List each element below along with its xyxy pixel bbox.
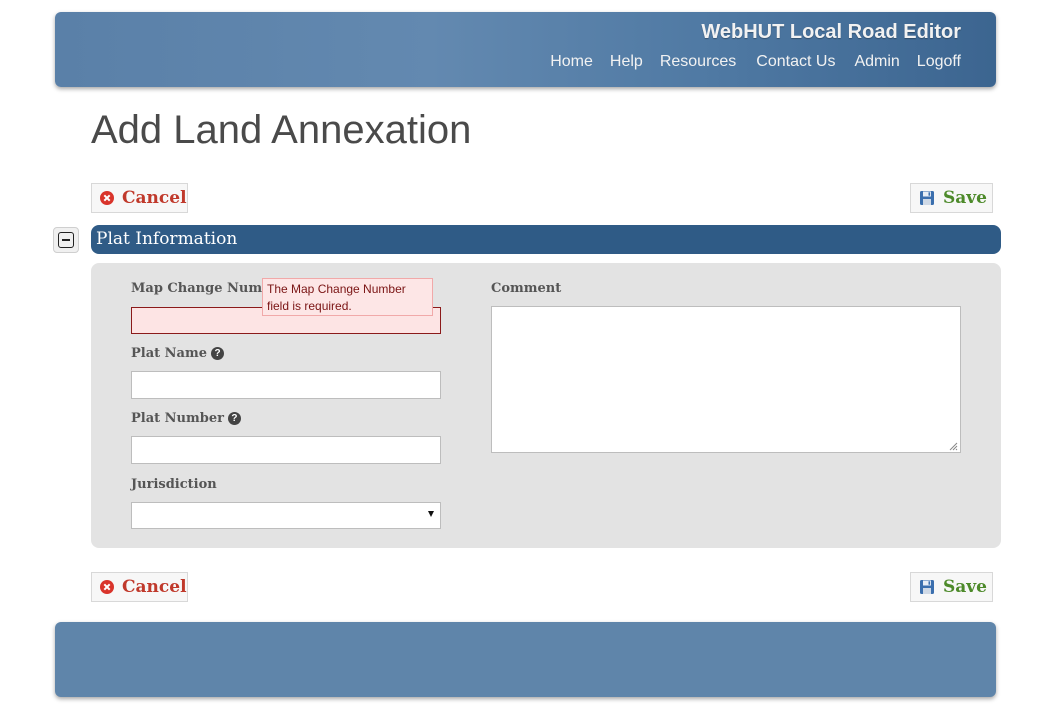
nav-home[interactable]: Home	[550, 53, 593, 71]
save-label: Save	[943, 577, 987, 597]
footer-banner	[55, 622, 996, 697]
comment-label: Comment	[491, 281, 562, 296]
nav-resources[interactable]: Resources	[660, 53, 736, 71]
cancel-button-top[interactable]: Cancel	[91, 183, 188, 213]
cancel-label: Cancel	[122, 577, 187, 597]
comment-textarea[interactable]	[491, 306, 961, 453]
nav-logoff[interactable]: Logoff	[917, 53, 961, 71]
jurisdiction-select[interactable]	[131, 502, 441, 529]
plat-number-label: Plat Number?	[131, 411, 241, 426]
map-change-number-error: The Map Change Number field is required.	[262, 278, 433, 316]
help-icon[interactable]: ?	[211, 347, 225, 360]
main-nav: Home Help Resources Contact Us Admin Log…	[550, 53, 961, 71]
header-banner: WebHUT Local Road Editor Home Help Resou…	[55, 12, 996, 87]
cancel-icon	[100, 191, 114, 205]
minus-square-icon	[58, 232, 74, 248]
save-label: Save	[943, 188, 987, 208]
chevron-down-icon	[428, 511, 434, 517]
nav-contact-us[interactable]: Contact Us	[756, 53, 835, 71]
help-icon[interactable]: ?	[227, 412, 241, 425]
save-button-top[interactable]: Save	[910, 183, 993, 213]
cancel-icon	[100, 580, 114, 594]
cancel-label: Cancel	[122, 188, 187, 208]
app-title: WebHUT Local Road Editor	[701, 21, 961, 43]
cancel-button-bottom[interactable]: Cancel	[91, 572, 188, 602]
collapse-toggle-button[interactable]	[53, 227, 79, 253]
page-title: Add Land Annexation	[91, 108, 472, 152]
plat-name-label: Plat Name?	[131, 346, 225, 361]
plat-name-label-text: Plat Name	[131, 346, 208, 361]
jurisdiction-label: Jurisdiction	[131, 477, 217, 492]
plat-number-label-text: Plat Number	[131, 411, 224, 426]
resize-grip-icon[interactable]	[948, 441, 958, 451]
floppy-disk-icon	[919, 579, 935, 595]
plat-number-input[interactable]	[131, 436, 441, 464]
nav-admin[interactable]: Admin	[854, 53, 899, 71]
plat-name-input[interactable]	[131, 371, 441, 399]
save-button-bottom[interactable]: Save	[910, 572, 993, 602]
nav-help[interactable]: Help	[610, 53, 643, 71]
section-header: Plat Information	[91, 225, 1001, 254]
floppy-disk-icon	[919, 190, 935, 206]
